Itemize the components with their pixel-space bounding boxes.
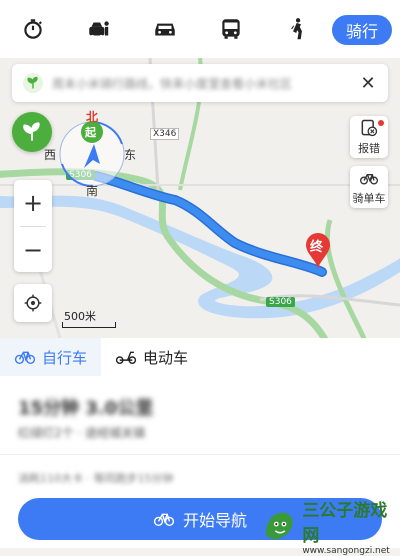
route-subinfo: 红绿灯2个 · 途经城关镇 xyxy=(18,426,146,440)
zoom-control: + − xyxy=(14,180,52,272)
tip-banner[interactable]: 周末小米骑行路线，快来小度里查看小米社区 ✕ xyxy=(12,64,388,102)
bike-share-button[interactable]: 骑单车 xyxy=(350,166,388,208)
notification-dot xyxy=(378,120,384,126)
tab-bicycle-label: 自行车 xyxy=(42,348,88,367)
leaf-icon xyxy=(23,122,40,141)
taxi-timer-icon xyxy=(24,19,42,39)
end-marker[interactable]: 终 xyxy=(303,232,333,272)
mode-drive[interactable] xyxy=(132,0,198,58)
mode-bus[interactable] xyxy=(198,0,264,58)
scooter-icon xyxy=(115,351,137,364)
vehicle-tabs: 自行车 电动车 xyxy=(0,338,400,376)
mode-ride-hailing[interactable] xyxy=(66,0,132,58)
panel-divider xyxy=(0,454,400,455)
site-watermark: 三公子游戏网 www.sangongzi.net xyxy=(260,501,400,556)
compass-east-label: 东 xyxy=(124,148,137,162)
compass-west-label: 西 xyxy=(44,148,57,162)
start-navigation-label: 开始导航 xyxy=(182,511,247,530)
map-view[interactable]: X346 S306 S306 终 xyxy=(0,58,400,372)
tab-bicycle[interactable]: 自行车 xyxy=(0,338,102,376)
compass-north-label: 北 xyxy=(86,110,99,124)
tab-e-scooter-label: 电动车 xyxy=(143,348,189,367)
compass[interactable]: 起 北 西 东 南 xyxy=(44,108,136,198)
car-icon xyxy=(155,23,175,36)
zoom-in-button[interactable]: + xyxy=(14,180,52,226)
locate-button[interactable] xyxy=(14,284,52,322)
target-icon xyxy=(24,294,42,312)
bicycle-icon xyxy=(360,174,378,185)
close-tip-button[interactable]: ✕ xyxy=(356,71,380,95)
compass-start-label: 起 xyxy=(85,126,96,139)
watermark-title: 三公子游戏网 xyxy=(302,501,388,546)
watermark-text: 三公子游戏网 www.sangongzi.net xyxy=(302,496,400,556)
map-canvas xyxy=(0,58,400,372)
end-marker-label: 终 xyxy=(310,240,324,255)
zoom-out-button[interactable]: − xyxy=(14,227,52,273)
ride-hailing-icon xyxy=(89,21,109,39)
tip-text: 周末小米骑行路线，快来小度里查看小米社区 xyxy=(52,76,293,91)
bus-icon xyxy=(222,19,240,39)
bicycle-icon xyxy=(153,513,175,526)
compass-south-label: 南 xyxy=(86,184,99,198)
transport-mode-bar: 骑行 xyxy=(0,0,400,58)
route-note: 消耗110大卡 · 等同跑步15分钟 xyxy=(18,472,174,485)
bike-share-label: 骑单车 xyxy=(352,192,386,205)
report-error-button[interactable]: 报错 xyxy=(350,116,388,158)
walk-icon xyxy=(291,18,302,40)
mode-cycling-active[interactable]: 骑行 xyxy=(332,15,392,45)
watermark-logo-icon xyxy=(265,512,293,540)
route-summary: 15分钟 3.0公里 xyxy=(18,398,154,419)
leaf-icon xyxy=(22,72,44,94)
close-icon: ✕ xyxy=(360,72,376,94)
report-icon xyxy=(361,119,378,137)
mode-taxi[interactable] xyxy=(0,0,66,58)
mode-walk[interactable] xyxy=(264,0,330,58)
tab-e-scooter[interactable]: 电动车 xyxy=(101,338,202,376)
road-label-s306-b: S306 xyxy=(266,297,295,307)
report-error-label: 报错 xyxy=(358,142,380,155)
road-label-x346: X346 xyxy=(150,128,180,140)
scale-bar xyxy=(62,322,116,328)
bicycle-icon xyxy=(14,351,36,364)
